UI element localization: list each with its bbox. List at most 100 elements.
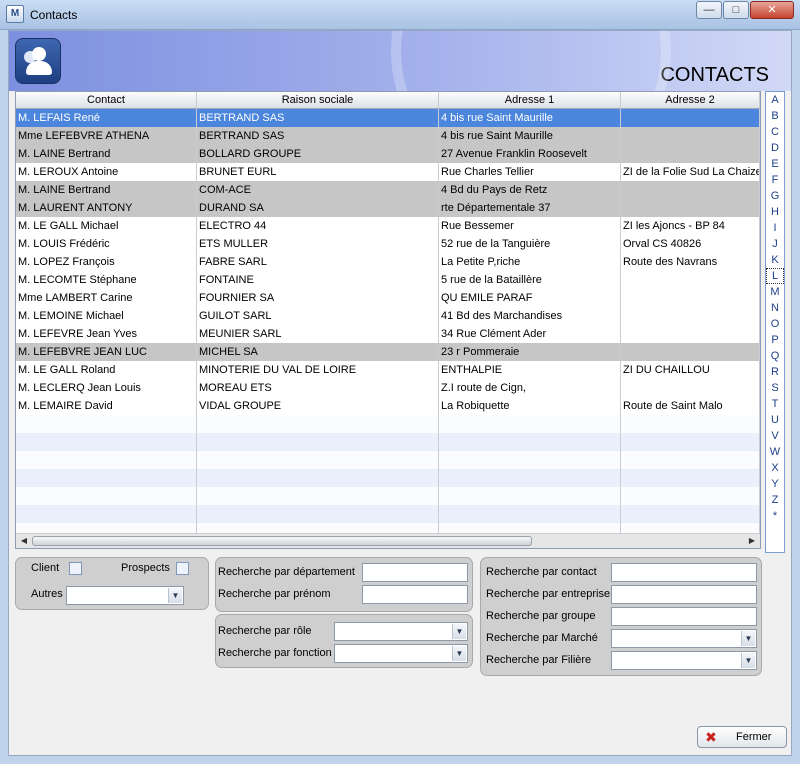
cell-adresse-2 bbox=[621, 289, 760, 307]
column-header-adresse-1[interactable]: Adresse 1 bbox=[439, 92, 621, 108]
cell-adresse-2 bbox=[621, 325, 760, 343]
scroll-left-icon[interactable]: ◀ bbox=[18, 535, 30, 547]
fonction-select[interactable]: ▼ bbox=[334, 644, 468, 663]
filiere-select[interactable]: ▼ bbox=[611, 651, 757, 670]
cell-adresse-2 bbox=[621, 343, 760, 361]
table-row[interactable]: M. LEROUX Antoine BRUNET EURL Rue Charles … bbox=[16, 163, 760, 181]
alphabet-letter-all[interactable]: * bbox=[766, 508, 784, 524]
prenom-input[interactable] bbox=[362, 585, 468, 604]
chevron-down-icon[interactable]: ▼ bbox=[741, 653, 755, 668]
table-row[interactable]: M. LOUIS Frédéric ETS MULLER 52 rue de la … bbox=[16, 235, 760, 253]
alphabet-letter-x[interactable]: X bbox=[766, 460, 784, 476]
alphabet-letter-e[interactable]: E bbox=[766, 156, 784, 172]
table-row[interactable]: M. LEFEVRE Jean Yves MEUNIER SARL 34 Rue C… bbox=[16, 325, 760, 343]
empty-row bbox=[16, 505, 760, 523]
cell-adresse-2: ZI de la Folie Sud La Chaize bbox=[621, 163, 760, 181]
entreprise-search-input[interactable] bbox=[611, 585, 757, 604]
alphabet-letter-a[interactable]: A bbox=[766, 92, 784, 108]
alphabet-letter-p[interactable]: P bbox=[766, 332, 784, 348]
alphabet-letter-c[interactable]: C bbox=[766, 124, 784, 140]
alphabet-letter-w[interactable]: W bbox=[766, 444, 784, 460]
alphabet-letter-l[interactable]: L bbox=[766, 268, 784, 284]
departement-label: Recherche par département bbox=[218, 566, 355, 578]
fermer-button[interactable]: ✖ Fermer bbox=[697, 726, 787, 748]
client-checkbox[interactable] bbox=[69, 562, 82, 575]
cell-adresse-2: Route de Saint Malo bbox=[621, 397, 760, 415]
table-row[interactable]: M. LEMAIRE David VIDAL GROUPE La Robiquett… bbox=[16, 397, 760, 415]
cell-raison-sociale: BERTRAND SAS bbox=[197, 109, 439, 127]
column-header-adresse-2[interactable]: Adresse 2 bbox=[621, 92, 760, 108]
empty-row bbox=[16, 433, 760, 451]
alphabet-letter-i[interactable]: I bbox=[766, 220, 784, 236]
alphabet-letter-b[interactable]: B bbox=[766, 108, 784, 124]
table-row[interactable]: M. LAINE Bertrand COM-ACE 4 Bd du Pays de … bbox=[16, 181, 760, 199]
cell-contact: Mme LAMBERT Carine bbox=[16, 289, 197, 307]
cell-raison-sociale: FOURNIER SA bbox=[197, 289, 439, 307]
alphabet-letter-j[interactable]: J bbox=[766, 236, 784, 252]
table-row[interactable]: M. LECLERQ Jean Louis MOREAU ETS Z.I route… bbox=[16, 379, 760, 397]
empty-row bbox=[16, 487, 760, 505]
table-row[interactable]: M. LEMOINE Michael GUILOT SARL 41 Bd des M… bbox=[16, 307, 760, 325]
alphabet-letter-u[interactable]: U bbox=[766, 412, 784, 428]
cell-adresse-1: 41 Bd des Marchandises bbox=[439, 307, 621, 325]
alphabet-letter-d[interactable]: D bbox=[766, 140, 784, 156]
alphabet-letter-m[interactable]: M bbox=[766, 284, 784, 300]
scrollbar-thumb[interactable] bbox=[32, 536, 532, 546]
table-row[interactable]: M. LECOMTE Stéphane FONTAINE 5 rue de la B… bbox=[16, 271, 760, 289]
cell-adresse-1: 23 r Pommeraie bbox=[439, 343, 621, 361]
role-select[interactable]: ▼ bbox=[334, 622, 468, 641]
chevron-down-icon[interactable]: ▼ bbox=[168, 588, 182, 603]
alphabet-letter-r[interactable]: R bbox=[766, 364, 784, 380]
column-header-raison-sociale[interactable]: Raison sociale bbox=[197, 92, 439, 108]
alphabet-letter-o[interactable]: O bbox=[766, 316, 784, 332]
cell-adresse-2 bbox=[621, 181, 760, 199]
groupe-search-input[interactable] bbox=[611, 607, 757, 626]
alphabet-letter-f[interactable]: F bbox=[766, 172, 784, 188]
scroll-right-icon[interactable]: ▶ bbox=[746, 535, 758, 547]
table-row[interactable]: M. LOPEZ François FABRE SARL La Petite P,r… bbox=[16, 253, 760, 271]
contact-search-input[interactable] bbox=[611, 563, 757, 582]
cell-adresse-1: Z.I route de Cign, bbox=[439, 379, 621, 397]
minimize-icon[interactable]: — bbox=[696, 1, 722, 19]
table-row[interactable]: M. LEFAIS René BERTRAND SAS 4 bis rue Sain… bbox=[16, 109, 760, 127]
horizontal-scrollbar[interactable]: ◀ ▶ bbox=[16, 533, 760, 548]
alphabet-letter-n[interactable]: N bbox=[766, 300, 784, 316]
window-title: Contacts bbox=[30, 8, 78, 22]
alphabet-letter-z[interactable]: Z bbox=[766, 492, 784, 508]
column-header-contact[interactable]: Contact bbox=[16, 92, 197, 108]
alphabet-letter-v[interactable]: V bbox=[766, 428, 784, 444]
contact-search-label: Recherche par contact bbox=[486, 566, 597, 578]
alphabet-letter-q[interactable]: Q bbox=[766, 348, 784, 364]
table-row[interactable]: M. LAURENT ANTONY DURAND SA rte Départemen… bbox=[16, 199, 760, 217]
table-row[interactable]: M. LEFEBVRE JEAN LUC MICHEL SA 23 r Pommer… bbox=[16, 343, 760, 361]
contacts-grid[interactable]: Contact Raison sociale Adresse 1 Adresse… bbox=[15, 91, 761, 549]
grid-header: Contact Raison sociale Adresse 1 Adresse… bbox=[16, 92, 760, 109]
alphabet-letter-k[interactable]: K bbox=[766, 252, 784, 268]
maximize-icon[interactable]: □ bbox=[723, 1, 749, 19]
cell-contact: M. LECOMTE Stéphane bbox=[16, 271, 197, 289]
table-row[interactable]: Mme LAMBERT Carine FOURNIER SA QU EMILE PA… bbox=[16, 289, 760, 307]
close-icon[interactable]: ✕ bbox=[750, 1, 794, 19]
table-row[interactable]: M. LE GALL Michael ELECTRO 44 Rue Bessemer… bbox=[16, 217, 760, 235]
cell-adresse-2: Orval CS 40826 bbox=[621, 235, 760, 253]
alphabet-letter-s[interactable]: S bbox=[766, 380, 784, 396]
chevron-down-icon[interactable]: ▼ bbox=[452, 646, 466, 661]
type-filter-panel: Client Prospects Autres ▼ bbox=[15, 557, 209, 610]
alphabet-letter-h[interactable]: H bbox=[766, 204, 784, 220]
cell-adresse-1: ENTHALPIE bbox=[439, 361, 621, 379]
cell-contact: M. LEMOINE Michael bbox=[16, 307, 197, 325]
table-row[interactable]: M. LE GALL Roland MINOTERIE DU VAL DE LOI… bbox=[16, 361, 760, 379]
alphabet-letter-y[interactable]: Y bbox=[766, 476, 784, 492]
table-row[interactable]: Mme LEFEBVRE ATHENA BERTRAND SAS 4 bis rue… bbox=[16, 127, 760, 145]
chevron-down-icon[interactable]: ▼ bbox=[741, 631, 755, 646]
alphabet-letter-g[interactable]: G bbox=[766, 188, 784, 204]
table-row[interactable]: M. LAINE Bertrand BOLLARD GROUPE 27 Avenue… bbox=[16, 145, 760, 163]
marche-select[interactable]: ▼ bbox=[611, 629, 757, 648]
chevron-down-icon[interactable]: ▼ bbox=[452, 624, 466, 639]
departement-input[interactable] bbox=[362, 563, 468, 582]
cell-adresse-1: rte Départementale 37 bbox=[439, 199, 621, 217]
prospects-checkbox[interactable] bbox=[176, 562, 189, 575]
alphabet-letter-t[interactable]: T bbox=[766, 396, 784, 412]
autres-select[interactable]: ▼ bbox=[66, 586, 184, 605]
cell-adresse-1: Rue Bessemer bbox=[439, 217, 621, 235]
